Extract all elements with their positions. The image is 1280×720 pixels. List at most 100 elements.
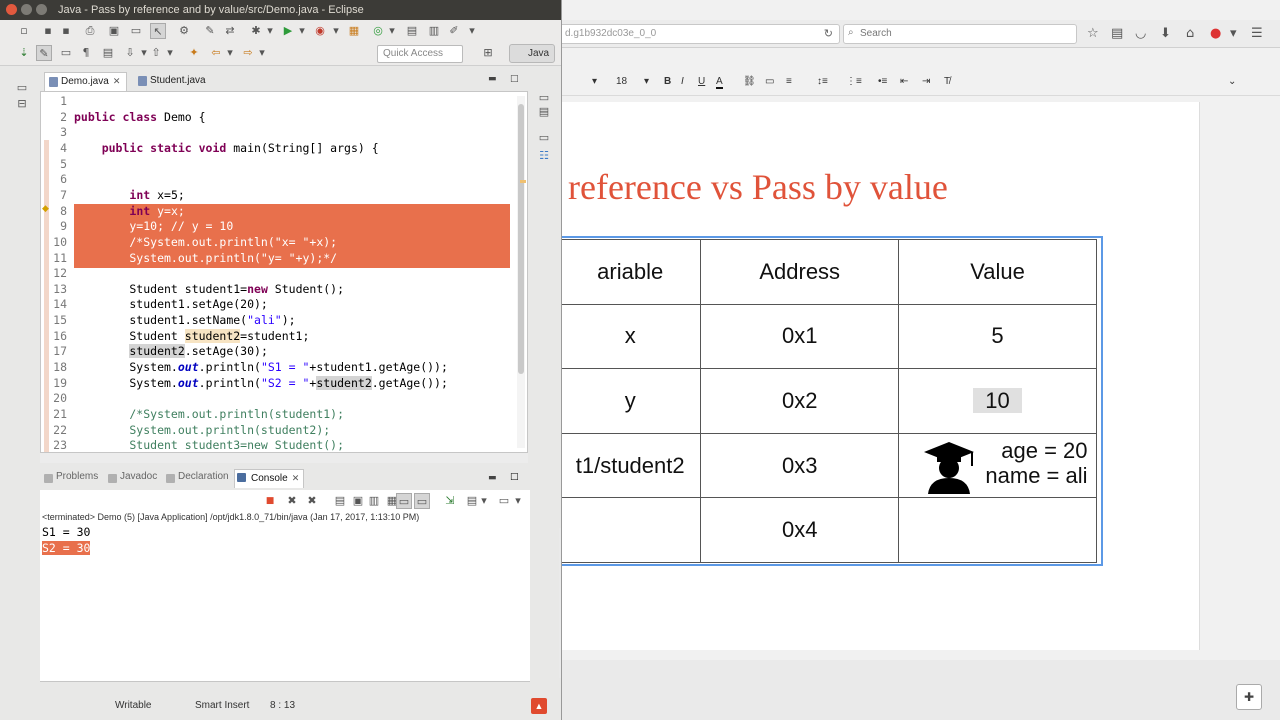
remove-launch-icon[interactable]: ✖ — [284, 493, 300, 509]
print-icon[interactable]: ⎙ — [82, 23, 98, 39]
code-line[interactable]: System.out.println(student2); — [74, 423, 330, 437]
font-size-chevron-icon[interactable]: ▾ — [644, 76, 649, 87]
properties-icon[interactable]: ▣ — [106, 23, 122, 39]
line-spacing-icon[interactable]: ↕≡ — [817, 76, 828, 87]
task-list-icon[interactable]: ▤ — [536, 104, 552, 120]
restore-outline-icon[interactable]: ▭ — [536, 130, 552, 146]
underline-icon[interactable]: U — [698, 76, 705, 87]
code-line[interactable]: int y=x; — [74, 203, 185, 218]
table-cell[interactable]: age = 20 name = ali — [898, 432, 1097, 499]
comment-icon[interactable]: ▭ — [765, 76, 774, 87]
speaker-notes-area[interactable]: ✚ — [560, 660, 1280, 720]
minimize-icon[interactable]: ▬ — [488, 74, 497, 84]
font-dropdown-chevron-icon[interactable]: ▾ — [592, 76, 597, 87]
table-header-cell[interactable]: ariable — [560, 239, 702, 305]
explore-button[interactable]: ✚ — [1236, 684, 1262, 710]
bold-icon[interactable]: B — [664, 76, 671, 87]
close-icon[interactable]: ✕ — [113, 76, 121, 86]
back-chevron-icon[interactable]: ▾ — [222, 45, 238, 61]
slide-canvas[interactable]: reference vs Pass by value ariable Addre… — [560, 102, 1200, 650]
build-icon[interactable]: ⚙ — [176, 23, 192, 39]
breadcrumb-icon[interactable]: ▤ — [100, 45, 116, 61]
table-cell[interactable]: t1/student2 — [560, 432, 702, 499]
reload-icon[interactable]: ↻ — [824, 27, 833, 40]
align-icon[interactable]: ≡ — [786, 76, 792, 87]
tab-demo-java[interactable]: Demo.java ✕ — [44, 72, 128, 91]
clear-console-icon[interactable]: ▤ — [332, 493, 348, 509]
open-task-icon[interactable]: ▥ — [426, 23, 442, 39]
pocket-icon[interactable]: ◡ — [1135, 26, 1146, 41]
table-cell[interactable]: 0x1 — [700, 303, 900, 370]
cursor-tool-icon[interactable]: ↖ — [150, 23, 166, 39]
open-type-icon[interactable]: ▤ — [404, 23, 420, 39]
table-cell[interactable]: 0x4 — [700, 497, 900, 563]
code-line[interactable]: y=10; // y = 10 — [74, 219, 233, 233]
console-output[interactable]: S1 = 30 S2 = 30 — [40, 524, 561, 682]
maximize-icon[interactable]: □ — [510, 74, 519, 84]
word-wrap-icon[interactable]: ▥ — [366, 493, 382, 509]
collapse-toolbar-icon[interactable]: ⌄ — [1228, 76, 1236, 87]
code-line[interactable]: System.out.println("y= "+y);*/ — [74, 251, 337, 265]
close-icon[interactable]: ✕ — [292, 473, 300, 483]
bulleted-list-icon[interactable]: •≡ — [878, 76, 887, 87]
reading-list-icon[interactable]: ▤ — [1111, 26, 1123, 41]
save-icon[interactable]: ▪ — [40, 23, 56, 39]
table-cell[interactable]: x — [560, 303, 702, 370]
save-all-icon[interactable]: ▪ — [58, 23, 74, 39]
open-console-chevron-icon[interactable]: ▾ — [476, 493, 492, 509]
url-bar[interactable]: d.g1b932dc03e_0_0 ↻ — [540, 24, 840, 44]
new-class-chevron-icon[interactable]: ▾ — [384, 23, 400, 39]
coverage-menu-chevron-icon[interactable]: ▾ — [328, 23, 344, 39]
table-cell[interactable]: 0x2 — [700, 368, 900, 434]
editor-vertical-scrollbar[interactable] — [517, 96, 525, 448]
new-icon[interactable]: ▫ — [16, 23, 32, 39]
adblock-icon[interactable]: ● — [1210, 26, 1221, 41]
scroll-thumb[interactable] — [518, 104, 524, 374]
maximize-window-button[interactable] — [36, 4, 47, 15]
tab-student-java[interactable]: Student.java — [134, 72, 212, 91]
tab-declaration[interactable]: Declaration — [164, 471, 229, 483]
code-line[interactable]: System.out.println("S2 = "+student2.getA… — [74, 375, 448, 390]
decrease-indent-icon[interactable]: ⇤ — [900, 76, 908, 87]
maximize-icon[interactable]: □ — [510, 472, 519, 482]
table-header-cell[interactable]: Value — [898, 239, 1097, 305]
code-line[interactable]: public static void main(String[] args) { — [74, 141, 379, 155]
code-editor[interactable]: ◆ 1 2 3 4 5 6 7 8 9 10 11 12 13 14 15 16 17 18 19 20 21 22 23 p… — [40, 91, 528, 453]
text-color-icon[interactable]: A — [716, 76, 723, 89]
view-menu-chevron-icon[interactable]: ▾ — [510, 493, 526, 509]
next-annotation-icon[interactable]: ⇣ — [16, 45, 32, 61]
whitespace-icon[interactable]: ¶ — [78, 45, 94, 61]
link-icon[interactable]: ⛓ — [743, 76, 756, 87]
dropdown-icon[interactable]: ▾ — [1230, 26, 1237, 41]
home-icon[interactable]: ⌂ — [1186, 26, 1194, 41]
terminal-icon[interactable]: ▭ — [128, 23, 144, 39]
debug-menu-chevron-icon[interactable]: ▾ — [262, 23, 278, 39]
window-titlebar[interactable]: Java - Pass by reference and by value/sr… — [0, 0, 561, 20]
italic-icon[interactable]: I — [681, 76, 684, 87]
menu-icon[interactable]: ☰ — [1251, 26, 1263, 41]
minimize-icon[interactable]: ▬ — [488, 473, 497, 483]
scroll-lock-icon[interactable]: ▣ — [350, 493, 366, 509]
font-size-field[interactable]: 18 — [616, 76, 627, 87]
warning-icon[interactable]: ◆ — [42, 204, 49, 214]
browser-search-input[interactable]: ⌕ Search — [843, 24, 1077, 44]
close-window-button[interactable] — [6, 4, 17, 15]
quick-access-input[interactable]: Quick Access — [377, 45, 463, 63]
new-java-project-icon[interactable]: ▦ — [346, 23, 362, 39]
download-icon[interactable]: ⬇ — [1160, 26, 1171, 41]
table-cell[interactable] — [560, 497, 702, 563]
toggle-mark-icon[interactable]: ✎ — [36, 45, 52, 61]
numbered-list-icon[interactable]: ⋮≡ — [846, 76, 862, 87]
table-cell[interactable] — [898, 497, 1097, 563]
minimize-window-button[interactable] — [21, 4, 32, 15]
display-console-icon[interactable]: ⇲ — [442, 493, 458, 509]
terminate-icon[interactable]: ■ — [262, 493, 278, 509]
pin-console-icon[interactable]: ▭ — [396, 493, 412, 509]
java-perspective-button[interactable]: Java — [509, 44, 555, 63]
clear-format-icon[interactable]: T̸ — [944, 76, 950, 87]
code-line[interactable]: Student student1=new Student(); — [74, 282, 344, 296]
code-line[interactable]: /*System.out.println("x= "+x); — [74, 235, 337, 249]
slide-table[interactable]: ariable Address Value x 0x1 5 y 0x2 10 t… — [560, 236, 1103, 566]
code-line[interactable]: Student student2=student1; — [74, 328, 309, 343]
run-menu-chevron-icon[interactable]: ▾ — [294, 23, 310, 39]
